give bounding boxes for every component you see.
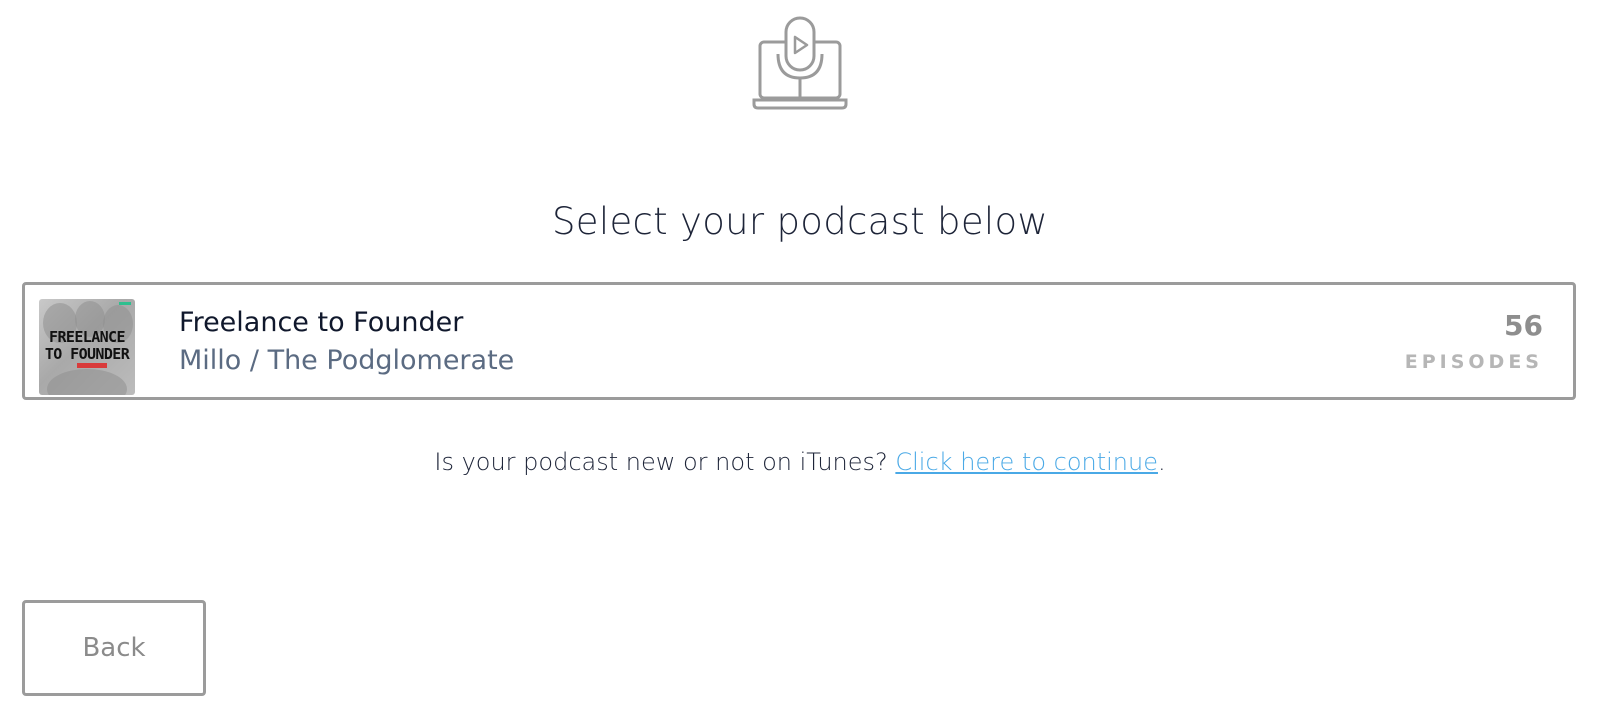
podcast-select-page: Select your podcast below FREELANCE TO F…: [0, 0, 1600, 724]
episode-count: 56: [1504, 309, 1543, 342]
cover-badge-icon: [77, 363, 107, 368]
continue-link[interactable]: Click here to continue: [895, 448, 1158, 476]
hint-suffix: .: [1157, 448, 1166, 476]
page-title: Select your podcast below: [552, 200, 1048, 243]
episode-label: EPISODES: [1404, 351, 1543, 373]
podcast-author: Millo / The Podglomerate: [179, 345, 515, 376]
cover-title-line1: FREELANCE: [49, 328, 125, 346]
back-button[interactable]: Back: [22, 600, 206, 696]
podcast-cover-image: FREELANCE TO FOUNDER: [39, 299, 135, 395]
podcast-option-card[interactable]: FREELANCE TO FOUNDER Freelance to Founde…: [22, 282, 1576, 400]
cover-photo-shape: [47, 369, 127, 395]
podcast-name: Freelance to Founder: [179, 307, 464, 338]
podcast-microphone-laptop-icon: [752, 16, 848, 110]
cover-title-line2: TO FOUNDER: [44, 345, 130, 363]
not-on-itunes-hint: Is your podcast new or not on iTunes? Cl…: [0, 448, 1600, 476]
hint-question: Is your podcast new or not on iTunes?: [434, 448, 896, 476]
cover-tag-icon: [119, 302, 131, 305]
